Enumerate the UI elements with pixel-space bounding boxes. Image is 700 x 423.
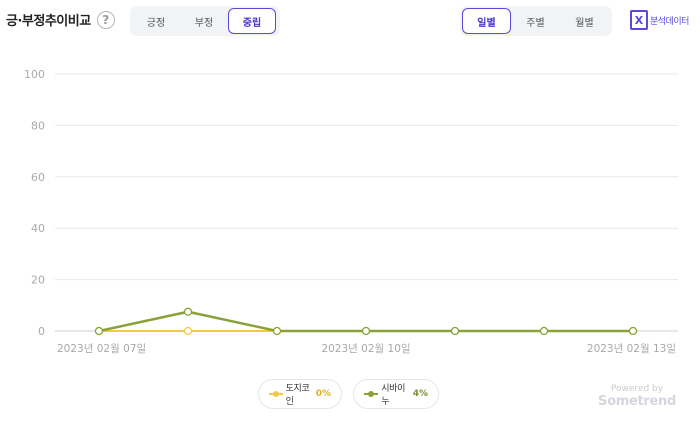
legend-marker — [269, 390, 283, 398]
data-point — [183, 326, 193, 336]
y-tick-label: 80 — [31, 119, 45, 132]
data-point — [183, 307, 193, 316]
y-tick-label: 100 — [24, 68, 45, 81]
data-point — [361, 326, 371, 336]
powered-by-logo: Powered by Sometrend — [598, 384, 676, 409]
legend-item-shiba-inu[interactable]: 시바이누 4% — [353, 379, 439, 409]
data-point — [94, 326, 104, 336]
brand-logo: Sometrend — [598, 394, 676, 409]
y-tick-label: 0 — [38, 325, 45, 338]
data-point — [272, 326, 282, 336]
line-chart: 0 20 40 60 80 100 2023년 02월 07일 2023년 02월 10일 20… — [24, 68, 678, 355]
x-tick-label: 2023년 02월 10일 — [321, 342, 410, 355]
y-tick-label: 60 — [31, 171, 45, 184]
x-tick-label: 2023년 02월 13일 — [587, 342, 676, 355]
x-tick-label: 2023년 02월 07일 — [57, 342, 146, 355]
legend-marker — [364, 390, 378, 398]
y-tick-label: 20 — [31, 274, 45, 287]
powered-by-text: Powered by — [610, 384, 664, 394]
legend-label: 시바이누 — [381, 384, 406, 407]
data-point — [450, 326, 460, 336]
legend-label: 도지코인 — [285, 384, 310, 407]
legend-item-dogecoin[interactable]: 도지코인 0% — [258, 379, 342, 409]
data-point — [628, 326, 638, 336]
data-point — [539, 326, 549, 336]
y-tick-label: 40 — [31, 222, 45, 235]
legend-percent: 0% — [315, 389, 331, 399]
legend-percent: 4% — [412, 389, 428, 399]
